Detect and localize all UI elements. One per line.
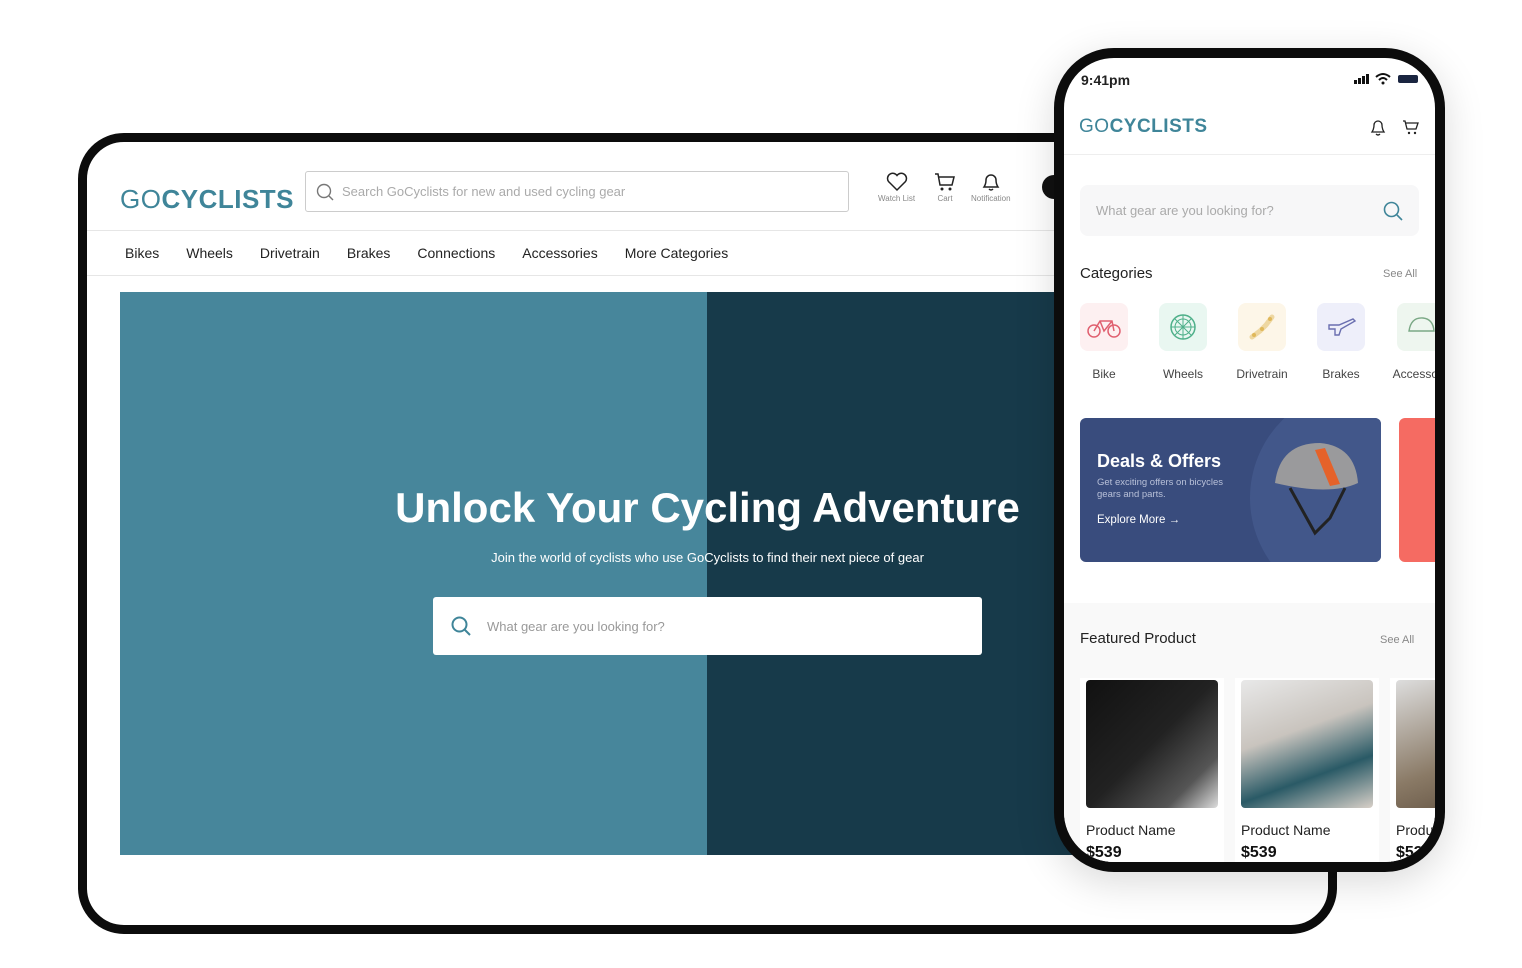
promo-banner[interactable] [1399, 418, 1435, 562]
signal-icon [1354, 74, 1369, 84]
mobile-search-input[interactable]: What gear are you looking for? [1080, 185, 1419, 236]
nav-more-categories[interactable]: More Categories [625, 245, 729, 261]
nav-wheels[interactable]: Wheels [186, 245, 233, 261]
cart-label: Cart [937, 194, 953, 203]
status-icons [1354, 73, 1418, 85]
nav-bikes[interactable]: Bikes [125, 245, 159, 261]
product-card[interactable]: Product Name$539 [1080, 678, 1224, 862]
deals-text: Get exciting offers on bicycles gears an… [1097, 477, 1224, 500]
helmet-image [1275, 443, 1358, 536]
notification-button[interactable]: Notification [971, 172, 1011, 203]
nav-drivetrain[interactable]: Drivetrain [260, 245, 320, 261]
nav-connections[interactable]: Connections [417, 245, 495, 261]
hero-banner: Unlock Your Cycling Adventure Join the w… [120, 292, 1120, 855]
deals-title: Deals & Offers [1097, 451, 1222, 471]
divider [1064, 154, 1435, 155]
category-drivetrain[interactable]: Drivetrain [1232, 303, 1292, 381]
brake-lever-icon [1328, 318, 1357, 336]
notification-label: Notification [971, 194, 1011, 203]
status-time: 9:41pm [1081, 72, 1131, 88]
watch-list-button[interactable]: Watch List [878, 172, 915, 203]
helmet-icon [1408, 317, 1435, 332]
category-accessories[interactable]: Accessories [1390, 303, 1435, 381]
product-image [1086, 680, 1218, 808]
bell-icon[interactable] [1369, 118, 1387, 138]
bell-icon [982, 174, 1000, 191]
bike-icon [1087, 320, 1121, 338]
hero-search-input[interactable]: What gear are you looking for? [433, 597, 982, 655]
wheel-icon [1170, 314, 1196, 340]
product-card[interactable]: Product Name$539 [1235, 678, 1379, 862]
mobile-search-placeholder: What gear are you looking for? [1096, 203, 1274, 218]
category-wheels[interactable]: Wheels [1153, 303, 1213, 381]
product-image [1396, 680, 1435, 808]
nav-accessories[interactable]: Accessories [522, 245, 597, 261]
battery-icon [1398, 75, 1418, 83]
search-icon [316, 183, 334, 200]
categories-title: Categories [1080, 265, 1153, 282]
cart-icon [935, 173, 955, 191]
featured-see-all[interactable]: See All [1380, 634, 1414, 646]
heart-icon [886, 172, 907, 192]
search-placeholder: Search GoCyclists for new and used cycli… [342, 184, 626, 199]
wifi-icon [1375, 73, 1391, 85]
search-icon [451, 616, 471, 636]
featured-title: Featured Product [1080, 630, 1196, 647]
category-nav: Bikes Wheels Drivetrain Brakes Connectio… [87, 230, 1067, 276]
product-image [1241, 680, 1373, 808]
desktop-search-input[interactable]: Search GoCyclists for new and used cycli… [305, 171, 849, 212]
categories-see-all[interactable]: See All [1383, 268, 1417, 280]
chain-icon [1249, 314, 1275, 340]
explore-more-link[interactable]: Explore More → [1097, 514, 1180, 526]
category-brakes[interactable]: Brakes [1311, 303, 1371, 381]
hero-search-placeholder: What gear are you looking for? [487, 618, 665, 634]
cart-icon[interactable] [1402, 118, 1420, 138]
category-bike[interactable]: Bike [1074, 303, 1134, 381]
desktop-logo[interactable]: GOCYCLISTS [120, 184, 294, 215]
product-card[interactable]: Product Name$539 [1390, 678, 1435, 862]
mobile-logo[interactable]: GOCYCLISTS [1079, 116, 1208, 138]
deals-banner[interactable]: Deals & Offers Get exciting offers on bi… [1080, 418, 1381, 562]
search-icon [1383, 201, 1403, 221]
mobile-frame: 9:41pm GOCYCLISTS What gear are you look… [1054, 48, 1445, 872]
watch-list-label: Watch List [878, 194, 916, 203]
nav-brakes[interactable]: Brakes [347, 245, 391, 261]
cart-button[interactable]: Cart [934, 172, 956, 203]
